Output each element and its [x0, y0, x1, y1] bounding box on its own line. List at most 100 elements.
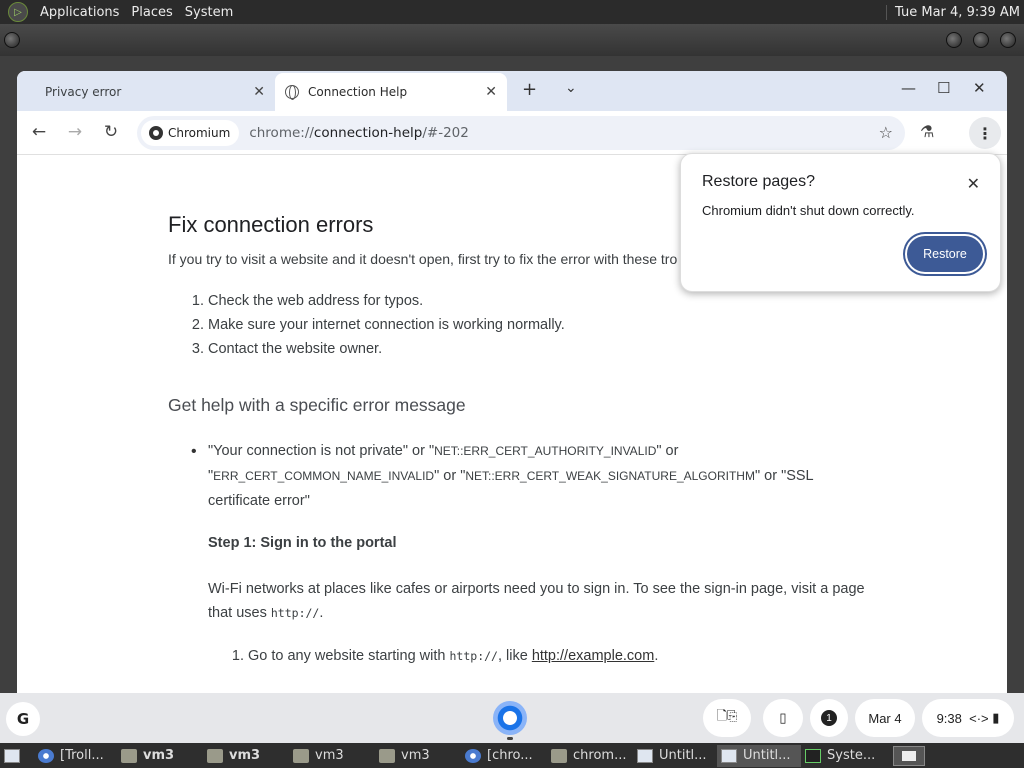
tab-privacy-error[interactable]: Privacy error ✕	[25, 73, 275, 111]
address-bar[interactable]: Chromium chrome://connection-help/#-202 …	[137, 116, 905, 150]
inline-code: http://	[449, 649, 498, 663]
url-scheme: chrome://	[249, 125, 314, 141]
browser-toolbar: ← → ↻ Chromium chrome://connection-help/…	[17, 111, 1007, 155]
bottom-taskbar: [Troll... vm3 vm3 vm3 vm3 [chro... chrom…	[0, 743, 1024, 768]
maximize-icon[interactable]	[973, 32, 989, 48]
sub-step-text: , like	[497, 648, 532, 664]
taskbar-item[interactable]: chrom...	[547, 745, 633, 767]
error-message-bullet: "Your connection is not private" or "NET…	[191, 439, 848, 514]
folder-icon	[379, 748, 395, 763]
list-item: Go to any website starting with http://,…	[248, 648, 658, 664]
taskbar-label: [Troll...	[60, 748, 104, 763]
menu-applications[interactable]: Applications	[34, 5, 125, 20]
globe-icon	[38, 748, 54, 763]
status-area[interactable]: 9:38 <·> ▮	[922, 699, 1014, 737]
more-menu-icon[interactable]: ⋮	[969, 117, 1001, 149]
reload-icon[interactable]: ↻	[100, 122, 122, 142]
notification-tray[interactable]: 1	[810, 699, 848, 737]
taskbar-label: vm3	[143, 748, 175, 763]
url-host: connection-help	[313, 125, 423, 141]
taskbar-item[interactable]: vm3	[375, 745, 461, 767]
intro-text: If you try to visit a website and it doe…	[168, 251, 678, 267]
taskbar-label: Syste...	[827, 748, 876, 763]
sub-steps-list: Go to any website starting with http://,…	[248, 648, 658, 664]
list-item: Make sure your internet connection is wo…	[208, 313, 565, 337]
wifi-paragraph: Wi-Fi networks at places like cafes or a…	[208, 577, 878, 625]
taskbar-item[interactable]: vm3	[203, 745, 289, 767]
window-menu-icon[interactable]	[4, 32, 20, 48]
folder-icon	[293, 748, 309, 763]
chromium-app-icon[interactable]	[493, 701, 527, 740]
bubble-message: Chromium didn't shut down correctly.	[702, 203, 915, 218]
chromium-logo-icon	[149, 126, 163, 140]
close-icon[interactable]	[1000, 32, 1016, 48]
restore-button[interactable]: Restore	[907, 236, 983, 272]
sub-step-text: Go to any website starting with	[248, 648, 450, 664]
phone-hub-icon[interactable]: ▯	[763, 699, 803, 737]
menu-system[interactable]: System	[179, 5, 239, 20]
taskbar-item[interactable]: vm3	[117, 745, 203, 767]
back-arrow-icon[interactable]: ←	[28, 122, 50, 142]
taskbar-label: vm3	[229, 748, 261, 763]
folder-icon	[207, 748, 223, 763]
globe-icon	[285, 85, 299, 100]
window-icon	[637, 748, 653, 763]
show-desktop-icon[interactable]	[0, 745, 34, 767]
date-tray[interactable]: Mar 4	[855, 699, 915, 737]
step-1-title: Step 1: Sign in to the portal	[208, 535, 397, 551]
minimize-icon[interactable]	[946, 32, 962, 48]
tab-search-chevron-icon[interactable]: ⌄	[565, 80, 577, 96]
holding-space-icon[interactable]: 🗋⎘	[703, 699, 751, 737]
close-icon[interactable]: ✕	[967, 174, 980, 194]
launcher-button[interactable]: G	[6, 702, 40, 736]
menu-places[interactable]: Places	[125, 5, 178, 20]
panel-clock[interactable]: Tue Mar 4, 9:39 AM	[886, 4, 1024, 20]
notification-count-icon: 1	[821, 710, 837, 726]
new-tab-plus-icon[interactable]: +	[522, 79, 537, 100]
sub-step-text: .	[654, 648, 659, 664]
top-panel: ▷ Applications Places System Tue Mar 4, …	[0, 0, 1024, 24]
labs-flask-icon[interactable]: ⚗	[920, 122, 934, 141]
taskbar-item[interactable]: [chro...	[461, 745, 547, 767]
page-heading: Fix connection errors	[168, 212, 374, 237]
window-maximize-icon[interactable]: ☐	[937, 79, 950, 97]
window-close-icon[interactable]: ✕	[973, 79, 986, 97]
tab-close-icon[interactable]: ✕	[253, 84, 265, 100]
site-info-chip[interactable]: Chromium	[141, 120, 240, 146]
taskbar-label: vm3	[401, 748, 430, 763]
window-icon	[721, 748, 737, 763]
taskbar-label: vm3	[315, 748, 344, 763]
taskbar-item[interactable]: [Troll...	[34, 745, 117, 767]
error-code: ERR_CERT_COMMON_NAME_INVALID	[213, 469, 435, 483]
window-minimize-icon[interactable]: —	[901, 79, 916, 97]
tab-title: Privacy error	[45, 85, 122, 99]
shelf-time: 9:38	[936, 710, 962, 726]
taskbar-item[interactable]: vm3	[289, 745, 375, 767]
example-link[interactable]: http://example.com	[532, 648, 655, 664]
globe-icon	[465, 748, 481, 763]
taskbar-label: [chro...	[487, 748, 533, 763]
bookmark-star-icon[interactable]: ☆	[879, 123, 893, 142]
folder-icon	[551, 748, 567, 763]
taskbar-label: Untitl...	[743, 748, 791, 763]
tab-close-icon[interactable]: ✕	[485, 84, 497, 100]
tab-connection-help[interactable]: Connection Help ✕	[275, 73, 507, 111]
terminal-icon	[805, 748, 821, 763]
taskbar-item[interactable]: Untitl...	[717, 744, 801, 767]
taskbar-item[interactable]: Syste...	[801, 745, 881, 767]
chip-label: Chromium	[168, 126, 231, 140]
bullet-text: " or "	[434, 468, 466, 484]
taskbar-item[interactable]: Untitl...	[633, 745, 717, 767]
forward-arrow-icon[interactable]: →	[64, 122, 86, 142]
battery-icon: ▮	[992, 710, 1000, 725]
gnome-foot-icon[interactable]: ▷	[8, 2, 28, 22]
tab-title: Connection Help	[308, 85, 408, 99]
workspace-switcher-icon[interactable]	[893, 746, 925, 766]
section-heading: Get help with a specific error message	[168, 395, 466, 415]
url-text[interactable]: chrome://connection-help/#-202	[249, 125, 469, 141]
shelf: G 🗋⎘ ▯ 1 Mar 4 9:38 <·> ▮	[0, 693, 1024, 743]
window-decoration-bar[interactable]	[0, 24, 1024, 56]
fix-steps-list: Check the web address for typos. Make su…	[208, 289, 565, 361]
desktop-icon	[4, 748, 20, 763]
list-item: Contact the website owner.	[208, 337, 565, 361]
